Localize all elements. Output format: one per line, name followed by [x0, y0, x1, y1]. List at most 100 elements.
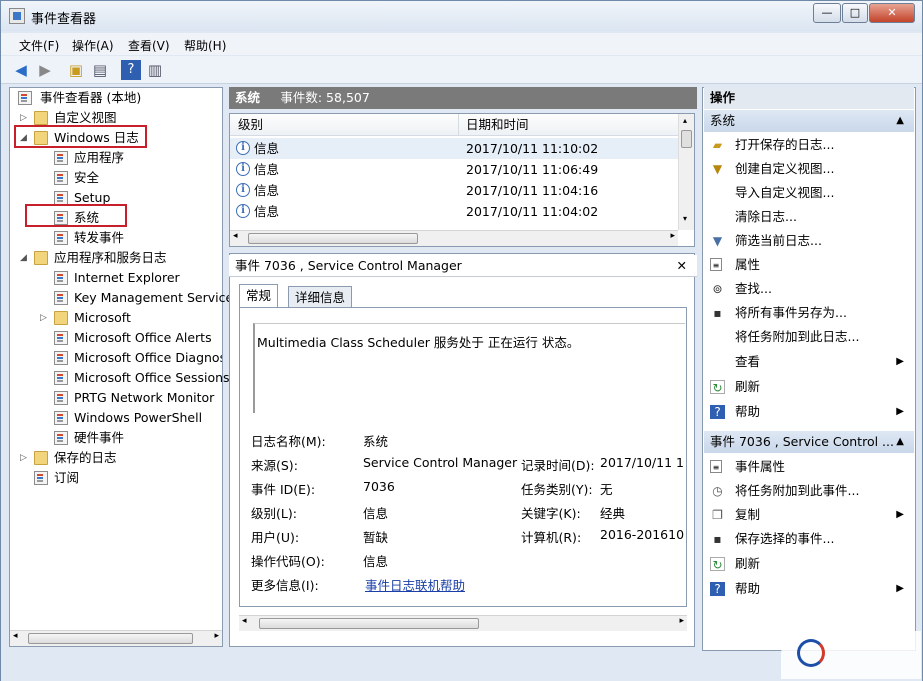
detail-horizontal-scrollbar[interactable]: ◂ ▸	[239, 615, 687, 631]
message-box: Multimedia Class Scheduler 服务处于 正在运行 状态。	[253, 323, 685, 413]
action-copy[interactable]: ❐ 复制 ▶	[704, 503, 914, 527]
show-hide-tree-icon[interactable]: ▤	[90, 60, 110, 80]
scroll-right-icon[interactable]: ▸	[214, 631, 219, 641]
scroll-up-icon[interactable]: ▴	[683, 116, 687, 125]
back-arrow-icon[interactable]: ◀	[11, 60, 31, 80]
maximize-icon[interactable]: □	[842, 3, 868, 23]
table-row[interactable]: i 信息 2017/10/11 11:04:02	[230, 201, 678, 222]
opcode-label: 操作代码(O):	[251, 554, 325, 569]
keywords-value: 经典	[600, 506, 626, 521]
log-icon	[54, 411, 68, 425]
system-log-highlight	[25, 204, 127, 227]
action-clear-log[interactable]: 清除日志...	[704, 205, 914, 229]
watermark-swirl-icon	[797, 639, 825, 667]
action-refresh[interactable]: ↻ 刷新	[704, 375, 914, 399]
submenu-arrow-icon: ▶	[896, 509, 904, 520]
folder-icon	[34, 451, 48, 465]
menu-action[interactable]: 操作(A)	[72, 37, 114, 54]
column-level[interactable]: 级别	[238, 114, 263, 136]
title-bar: 事件查看器 — □ ✕	[1, 1, 922, 31]
table-row[interactable]: i 信息 2017/10/11 11:10:02	[230, 138, 678, 159]
submenu-arrow-icon: ▶	[896, 356, 904, 367]
windows-logs-highlight	[14, 125, 147, 148]
log-icon	[54, 431, 68, 445]
scroll-left-icon[interactable]: ◂	[242, 616, 247, 626]
action-import-custom-view[interactable]: 导入自定义视图...	[704, 181, 914, 205]
close-icon[interactable]: ✕	[869, 3, 915, 23]
tree-office-diagnostics[interactable]: Microsoft Office Diagnostics	[16, 348, 222, 368]
table-row[interactable]: i 信息 2017/10/11 11:06:49	[230, 159, 678, 180]
toolbar: ◀ ▶ ▣ ▤ ? ▥	[1, 56, 922, 84]
scroll-thumb[interactable]	[681, 130, 692, 148]
action-create-custom-view[interactable]: ▼ 创建自定义视图...	[704, 157, 914, 181]
scroll-right-icon[interactable]: ▸	[670, 231, 675, 241]
log-icon	[54, 391, 68, 405]
action-refresh-event[interactable]: ↻ 刷新	[704, 552, 914, 576]
minimize-icon[interactable]: —	[813, 3, 841, 23]
log-name-label: 日志名称(M):	[251, 434, 326, 449]
scroll-thumb[interactable]	[259, 618, 479, 629]
show-hide-actions-icon[interactable]: ▥	[145, 60, 165, 80]
scroll-thumb[interactable]	[248, 233, 418, 244]
log-icon	[54, 371, 68, 385]
event-detail-title: 事件 7036 , Service Control Manager ✕	[229, 255, 697, 277]
log-icon	[54, 191, 68, 205]
window-title: 事件查看器	[31, 12, 97, 27]
action-properties[interactable]: ≡ 属性	[704, 253, 914, 277]
action-help-event[interactable]: ? 帮助 ▶	[704, 577, 914, 601]
actions-section-event[interactable]: 事件 7036 , Service Control ... ▲	[704, 431, 914, 453]
scroll-down-icon[interactable]: ▾	[683, 214, 687, 223]
expand-arrow-icon[interactable]: ▷	[20, 448, 27, 468]
action-open-saved-log[interactable]: ▰ 打开保存的日志...	[704, 133, 914, 157]
more-info-label: 更多信息(I):	[251, 578, 319, 593]
table-row[interactable]: i 信息 2017/10/11 11:04:16	[230, 180, 678, 201]
log-icon	[54, 271, 68, 285]
menu-file[interactable]: 文件(F)	[19, 37, 59, 54]
scroll-right-icon[interactable]: ▸	[679, 616, 684, 626]
expand-arrow-icon[interactable]: ▷	[40, 308, 47, 328]
collapse-arrow-icon[interactable]: ▲	[896, 431, 904, 453]
user-label: 用户(U):	[251, 530, 300, 545]
properties-icon: ≡	[710, 460, 722, 473]
event-list-vertical-scrollbar[interactable]: ▴ ▾	[678, 114, 694, 230]
close-icon[interactable]: ✕	[677, 255, 687, 277]
collapse-arrow-icon[interactable]: ◢	[20, 248, 27, 268]
event-list-horizontal-scrollbar[interactable]: ◂ ▸	[230, 230, 678, 246]
tab-general[interactable]: 常规	[239, 284, 279, 308]
computer-value: 2016-2016102	[600, 527, 684, 542]
online-help-link[interactable]: 事件日志联机帮助	[365, 575, 465, 594]
scroll-left-icon[interactable]: ◂	[233, 231, 238, 241]
clock-icon: ◷	[712, 484, 723, 498]
task-label: 任务类别(Y):	[521, 482, 593, 497]
collapse-arrow-icon[interactable]: ▲	[896, 110, 904, 132]
help-icon: ?	[710, 405, 725, 419]
action-attach-task-log[interactable]: 将任务附加到此日志...	[704, 325, 914, 349]
logged-value: 2017/10/11 11	[600, 455, 684, 470]
forward-arrow-icon[interactable]: ▶	[35, 60, 55, 80]
menu-help[interactable]: 帮助(H)	[184, 37, 226, 54]
level-label: 级别(L):	[251, 506, 297, 521]
scroll-left-icon[interactable]: ◂	[13, 631, 18, 641]
action-event-properties[interactable]: ≡ 事件属性	[704, 455, 914, 479]
action-save-all-events[interactable]: ▪ 将所有事件另存为...	[704, 301, 914, 325]
tab-details[interactable]: 详细信息	[288, 286, 353, 308]
action-help[interactable]: ? 帮助 ▶	[704, 400, 914, 424]
copy-icon: ❐	[712, 508, 723, 522]
action-find[interactable]: ⊚ 查找...	[704, 277, 914, 301]
action-save-selected[interactable]: ▪ 保存选择的事件...	[704, 527, 914, 551]
action-view[interactable]: 查看 ▶	[704, 350, 914, 374]
action-filter-log[interactable]: ▼ 筛选当前日志...	[704, 229, 914, 253]
refresh-icon: ↻	[710, 380, 725, 395]
action-attach-task-event[interactable]: ◷ 将任务附加到此事件...	[704, 479, 914, 503]
menu-bar: 文件(F) 操作(A) 查看(V) 帮助(H)	[1, 33, 922, 55]
event-id-label: 事件 ID(E):	[251, 482, 316, 497]
event-id-value: 7036	[363, 479, 395, 494]
menu-view[interactable]: 查看(V)	[128, 37, 170, 54]
up-folder-icon[interactable]: ▣	[66, 60, 86, 80]
column-datetime[interactable]: 日期和时间	[466, 114, 529, 136]
help-icon[interactable]: ?	[121, 60, 141, 80]
scroll-thumb[interactable]	[28, 633, 193, 644]
actions-section-system[interactable]: 系统 ▲	[704, 110, 914, 132]
folder-icon	[34, 251, 48, 265]
tree-horizontal-scrollbar[interactable]: ◂ ▸	[10, 630, 222, 646]
